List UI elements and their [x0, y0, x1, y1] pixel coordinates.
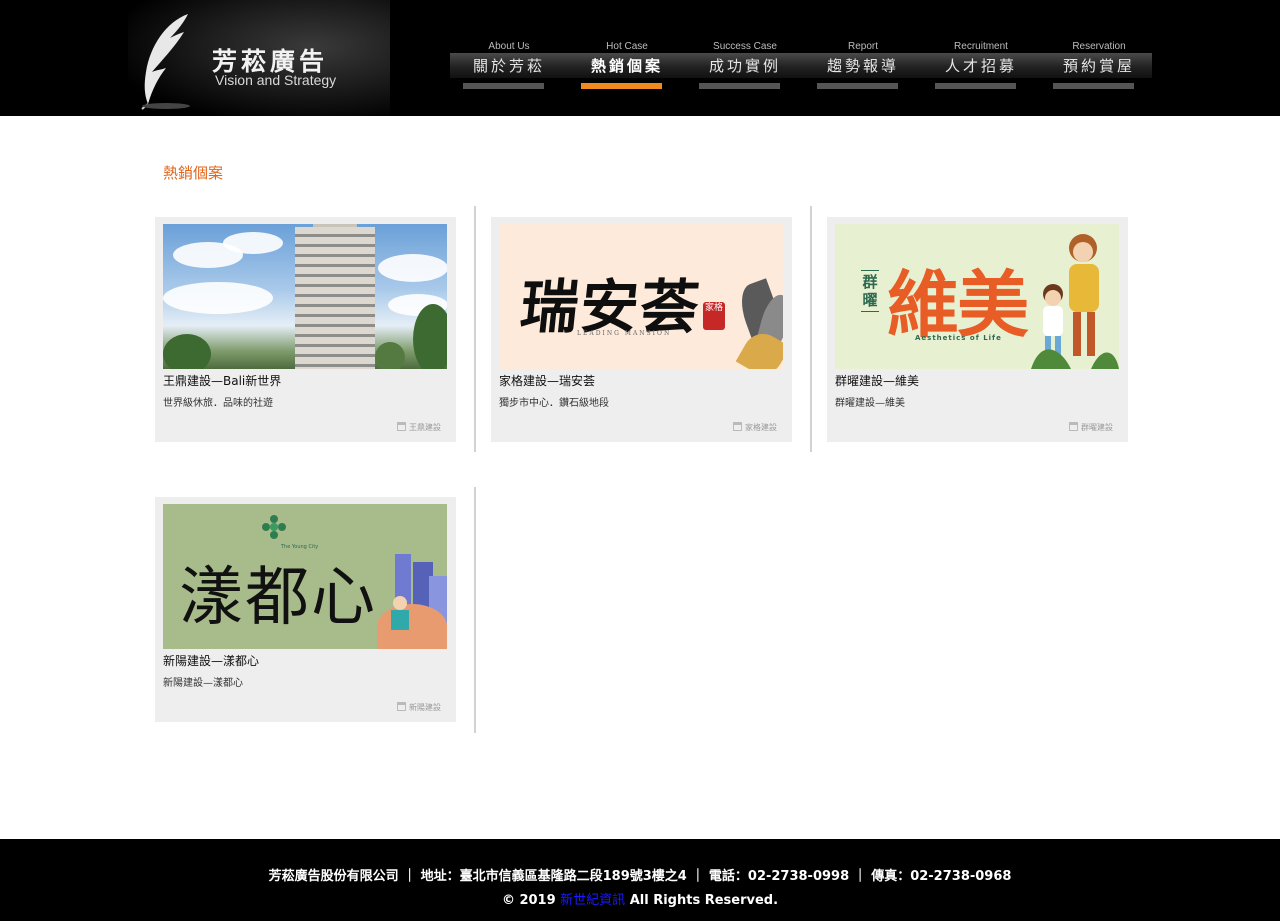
case-image-building[interactable] [163, 224, 447, 369]
case-card-bali[interactable]: 王鼎建設—Bali新世界 世界級休旅．品味的社遊 王鼎建設 [155, 217, 456, 442]
case-title[interactable]: 新陽建設—漾都心 [163, 652, 259, 669]
nav-item-en-label: About Us [488, 41, 530, 52]
nav-item-zh-label: 人才招募 [944, 57, 1017, 75]
case-card-weimei[interactable]: 群曜 維美 Aesthetics of Life 群曜建設—維美 群曜建設—維美… [827, 217, 1128, 442]
case-developer-label: 新陽建設 [409, 703, 441, 712]
nav-item-en-label: Hot Case [606, 41, 648, 52]
nav-item-bar [817, 83, 898, 89]
calendar-icon [397, 422, 406, 431]
calendar-icon [397, 702, 406, 711]
developer-link[interactable]: 新世紀資訊 [560, 893, 625, 908]
case-description: 新陽建設—漾都心 [163, 678, 243, 689]
leading-caption: LEADING MANSION [577, 330, 672, 337]
nav-item-hot-case[interactable]: Hot Case 熱銷個案 [568, 40, 686, 95]
case-developer-label: 家格建設 [745, 423, 777, 432]
case-image-illustration[interactable]: 群曜 維美 Aesthetics of Life [835, 224, 1119, 369]
case-card-yangduxin[interactable]: The Young City 漾都心 新陽建設—漾都心 新陽建設—漾都心 新陽建… [155, 497, 456, 722]
nav-item-active-bar [581, 83, 662, 89]
banner-caption: Aesthetics of Life [915, 334, 1002, 342]
nav-item-bar [935, 83, 1016, 89]
family-illustration [1031, 234, 1119, 369]
nav-item-zh-label: 熱銷個案 [590, 57, 663, 75]
card-divider [810, 206, 812, 452]
case-card-ruian[interactable]: 瑞安荟 LEADING MANSION 家格 家格建設—瑞安荟 獨步市中心．鑽石… [491, 217, 792, 442]
case-developer-tag: 群曜建設 [1069, 422, 1113, 433]
card-divider [474, 206, 476, 452]
case-title[interactable]: 家格建設—瑞安荟 [499, 372, 595, 389]
nav-item-bar [463, 83, 544, 89]
building-photo [163, 224, 447, 369]
case-description: 獨步市中心．鑽石級地段 [499, 398, 609, 409]
case-developer-tag: 新陽建設 [397, 702, 441, 713]
site-header: 芳菘廣告 Vision and Strategy About Us 關於芳菘 H… [0, 0, 1280, 116]
case-developer-label: 王鼎建設 [409, 423, 441, 432]
nav-item-zh-label: 預約賞屋 [1062, 57, 1135, 75]
nav-item-recruitment[interactable]: Recruitment 人才招募 [922, 40, 1040, 95]
nav-item-bar [1053, 83, 1134, 89]
nav-item-about[interactable]: About Us 關於芳菘 [450, 40, 568, 95]
case-developer-tag: 家格建設 [733, 422, 777, 433]
case-developer-label: 群曜建設 [1081, 423, 1113, 432]
site-footer: 芳菘廣告股份有限公司 ｜ 地址：臺北市信義區基隆路二段189號3樓之4 ｜ 電話… [0, 839, 1280, 921]
nav-item-en-label: Success Case [713, 41, 777, 52]
nav-item-reservation[interactable]: Reservation 預約賞屋 [1040, 40, 1158, 95]
weimei-banner: 群曜 維美 Aesthetics of Life [835, 224, 1119, 369]
nav-item-en-label: Recruitment [954, 41, 1008, 52]
nav-item-en-label: Report [847, 41, 878, 52]
feather-logo-icon [141, 14, 190, 110]
case-title[interactable]: 王鼎建設—Bali新世界 [163, 372, 281, 389]
main-nav: About Us 關於芳菘 Hot Case 熱銷個案 Success Case… [450, 40, 1152, 95]
card-divider [474, 487, 476, 733]
brand-mark-icon [262, 515, 286, 539]
seal-stamp: 家格 [703, 302, 725, 330]
main-title: 漾都心 [179, 561, 377, 635]
case-developer-tag: 王鼎建設 [397, 422, 441, 433]
calligraphy-banner: 瑞安荟 LEADING MANSION 家格 [499, 224, 783, 369]
nav-item-zh-label: 關於芳菘 [472, 57, 545, 75]
copyright-suffix: All Rights Reserved. [625, 893, 779, 908]
logo[interactable]: 芳菘廣告 Vision and Strategy [128, 0, 390, 116]
case-title[interactable]: 群曜建設—維美 [835, 372, 919, 389]
yangduxin-banner: The Young City 漾都心 [163, 504, 447, 649]
case-description: 世界級休旅．品味的社遊 [163, 398, 273, 409]
calendar-icon [733, 422, 742, 431]
side-title: 群曜 [861, 270, 879, 312]
case-description: 群曜建設—維美 [835, 398, 905, 409]
nav-item-en-label: Reservation [1072, 41, 1126, 52]
brand-tagline: Vision and Strategy [215, 72, 337, 88]
copyright-prefix: © 2019 [501, 893, 561, 908]
nav-item-zh-label: 成功實例 [708, 57, 781, 75]
case-image-typography[interactable]: The Young City 漾都心 [163, 504, 447, 649]
calendar-icon [1069, 422, 1078, 431]
copyright: © 2019 新世紀資訊 All Rights Reserved. [0, 889, 1280, 908]
nav-item-zh-label: 趨勢報導 [826, 57, 899, 75]
case-image-calligraphy[interactable]: 瑞安荟 LEADING MANSION 家格 [499, 224, 783, 369]
page-title: 熱銷個案 [163, 164, 224, 182]
nav-item-success-case[interactable]: Success Case 成功實例 [686, 40, 804, 95]
nav-item-report[interactable]: Report 趨勢報導 [804, 40, 922, 95]
nav-item-bar [699, 83, 780, 89]
company-info: 芳菘廣告股份有限公司 ｜ 地址：臺北市信義區基隆路二段189號3樓之4 ｜ 電話… [268, 869, 1012, 884]
